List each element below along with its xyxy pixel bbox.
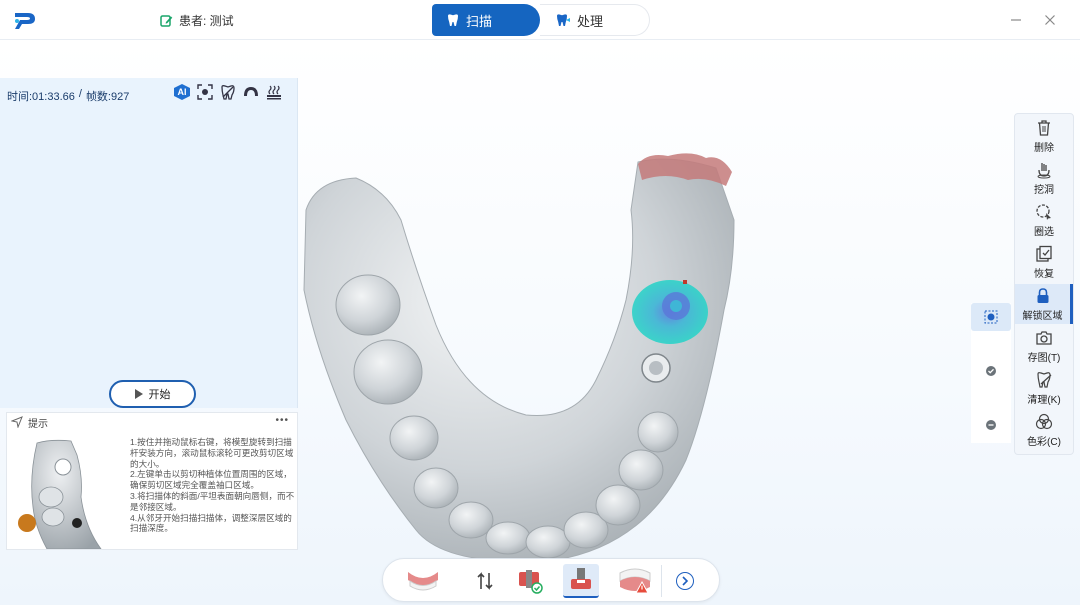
- color-label: 色彩(C): [1027, 436, 1061, 448]
- clean-icon: [1037, 371, 1052, 388]
- heat-icon[interactable]: [266, 84, 282, 100]
- save-image-button[interactable]: 存图(T): [1015, 326, 1073, 366]
- save-image-label: 存图(T): [1027, 352, 1061, 364]
- hint-title: 提示: [28, 418, 48, 430]
- start-button[interactable]: 开始: [109, 380, 196, 408]
- jaw-scan-model[interactable]: [296, 150, 756, 590]
- step-lower-jaw[interactable]: [613, 564, 657, 598]
- send-arrow-icon: [11, 416, 23, 428]
- scan-stats: 时间:01:33.66 / 帧数:927: [7, 88, 129, 104]
- step-upper-jaw[interactable]: [401, 564, 445, 598]
- delete-label: 删除: [1034, 142, 1054, 154]
- hint-instructions: 1.按住并拖动鼠标右键，将模型旋转到扫描杆安装方向，滚动鼠标滚轮可更改剪切区域的…: [130, 437, 296, 534]
- clean-button[interactable]: 清理(K): [1015, 368, 1073, 408]
- unlock-region-label: 解锁区域: [1022, 310, 1063, 322]
- tooth-brush-icon[interactable]: [220, 84, 236, 100]
- lasso-select-button[interactable]: 圈选: [1015, 200, 1073, 240]
- add-region-icon: [984, 310, 998, 324]
- toolbar-divider: [661, 565, 662, 597]
- region-confirm-button[interactable]: [971, 357, 1011, 385]
- region-remove-button[interactable]: [971, 411, 1011, 439]
- unlock-region-button[interactable]: 解锁区域: [1015, 284, 1073, 324]
- ai-icon[interactable]: AI: [174, 84, 190, 100]
- start-label: 开始: [148, 389, 171, 401]
- tooth-process-icon: [557, 14, 570, 26]
- implant-check-icon: [519, 570, 543, 594]
- hint-illustration: [18, 439, 102, 549]
- switch-jaw-button[interactable]: [467, 564, 503, 598]
- minimize-icon[interactable]: [1008, 12, 1024, 28]
- dig-hole-label: 挖洞: [1034, 184, 1054, 196]
- edit-icon: [160, 15, 173, 27]
- play-icon: [134, 389, 143, 399]
- scan-step-toolbar: [382, 558, 720, 602]
- ai-badge: AI: [174, 84, 190, 100]
- camera-icon: [1036, 330, 1052, 345]
- edit-toolbar: 删除 挖洞 圈选 恢复 解锁区域 存图(T) 清理(K) 色彩(C): [1014, 113, 1074, 455]
- focus-frame-icon[interactable]: [197, 84, 213, 100]
- scan-tool-icons: AI: [174, 84, 282, 100]
- tab-scan-label: 扫描: [466, 13, 493, 29]
- patient-info[interactable]: 患者: 测试: [160, 12, 234, 29]
- swap-arrows-icon: [477, 572, 493, 590]
- app-logo-icon: [15, 13, 35, 29]
- lasso-select-icon: [1036, 203, 1051, 220]
- dig-hole-icon: [1037, 162, 1051, 178]
- scan-time: 时间:01:33.66: [7, 91, 75, 103]
- frame-count: 帧数:927: [85, 91, 130, 103]
- region-add-button[interactable]: [971, 303, 1011, 331]
- tab-process[interactable]: 处理: [540, 4, 650, 36]
- check-circle-icon: [986, 366, 996, 376]
- scan-control-panel: 时间:01:33.66 / 帧数:927 AI 开始: [0, 78, 298, 408]
- step-implant-done[interactable]: [511, 564, 547, 598]
- chevron-right-icon: [682, 576, 689, 586]
- step-scan-body[interactable]: [563, 564, 599, 598]
- lasso-select-label: 圈选: [1034, 226, 1054, 238]
- scan-body-icon: [571, 568, 591, 589]
- patient-label: 患者: 测试: [179, 14, 234, 28]
- trash-icon: [1038, 119, 1050, 136]
- more-options-icon[interactable]: •••: [275, 415, 289, 426]
- region-selector: [971, 303, 1011, 443]
- scan-stats-separator: /: [78, 88, 82, 100]
- dig-hole-button[interactable]: 挖洞: [1015, 158, 1073, 198]
- color-icon: [1035, 413, 1053, 429]
- clean-label: 清理(K): [1027, 394, 1061, 406]
- color-button[interactable]: 色彩(C): [1015, 410, 1073, 450]
- hint-line-4: 4.从邻牙开始扫描扫描体，调整深层区域的扫描深度。: [130, 512, 292, 534]
- upper-jaw-icon: [408, 572, 438, 591]
- tab-scan[interactable]: 扫描: [432, 4, 540, 36]
- lock-icon: [1037, 287, 1048, 303]
- jaw-scan-icon[interactable]: [243, 84, 259, 100]
- restore-icon: [1036, 245, 1052, 262]
- hint-line-3: 3.将扫描体的斜面/平坦表面朝向唇侧，而不是邻接区域。: [130, 490, 295, 512]
- tooth-scan-icon: [448, 14, 458, 26]
- tab-process-label: 处理: [577, 13, 604, 29]
- minus-circle-icon: [986, 420, 996, 430]
- hint-panel: 提示 ••• 1.按住并拖动鼠标右键，将模型旋转到扫描杆安装方向，滚动鼠标滚轮可…: [6, 412, 298, 550]
- restore-label: 恢复: [1034, 268, 1054, 280]
- lower-jaw-warning-icon: [619, 568, 651, 594]
- title-bar: 患者: 测试 扫描 处理: [0, 0, 1080, 40]
- delete-button[interactable]: 删除: [1015, 116, 1073, 156]
- hint-header: 提示 •••: [7, 413, 299, 431]
- mode-tabs: 扫描 处理: [432, 4, 652, 36]
- close-icon[interactable]: [1042, 12, 1058, 28]
- hint-line-1: 1.按住并拖动鼠标右键，将模型旋转到扫描杆安装方向，滚动鼠标滚轮可更改剪切区域的…: [130, 437, 294, 469]
- hint-line-2: 2.左键单击以剪切种植体位置周围的区域，确保剪切区域完全覆盖袖口区域。: [130, 469, 292, 491]
- restore-button[interactable]: 恢复: [1015, 242, 1073, 282]
- next-step-button[interactable]: [676, 572, 694, 590]
